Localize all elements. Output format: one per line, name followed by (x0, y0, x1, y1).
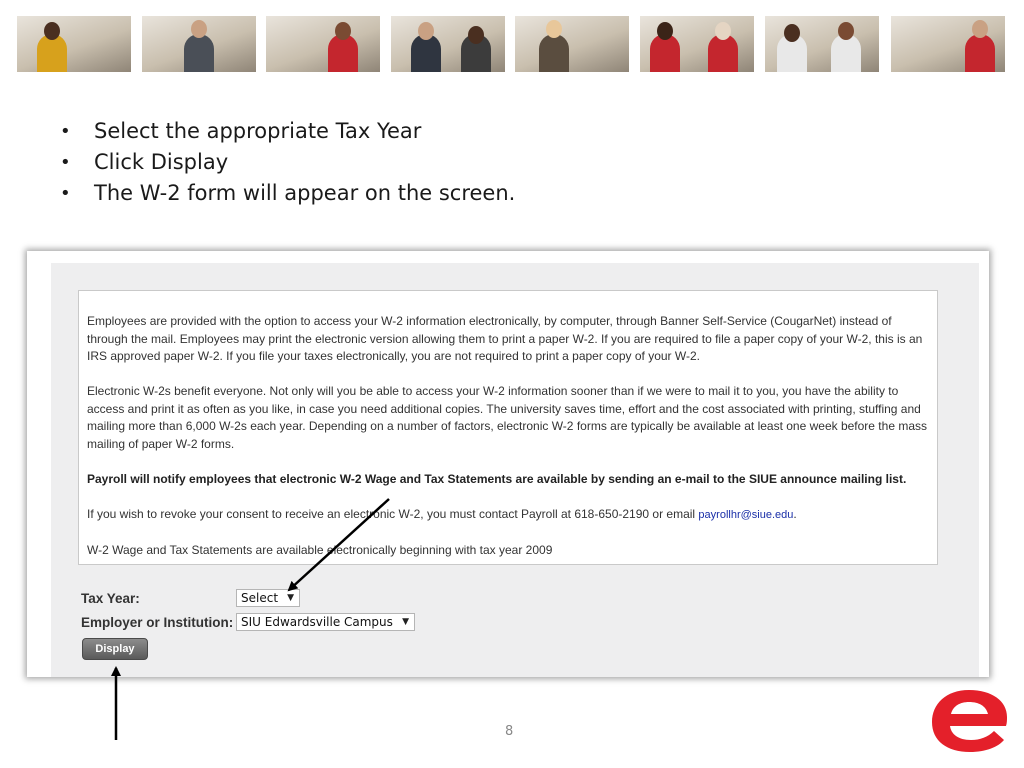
employer-value: SIU Edwardsville Campus (241, 615, 393, 629)
photo-student-lab (17, 16, 131, 72)
instruction-item: • The W-2 form will appear on the screen… (60, 178, 515, 209)
photo-strip (17, 16, 1009, 72)
w2-consent-page: Employees are provided with the option t… (51, 263, 979, 677)
photo-business-men (391, 16, 505, 72)
employer-label: Employer or Institution: (81, 615, 234, 630)
bullet-icon: • (60, 152, 71, 173)
photo-lab-researchers (765, 16, 879, 72)
info-paragraph: If you wish to revoke your consent to re… (87, 506, 932, 525)
photo-student-newspaper (142, 16, 256, 72)
instruction-item: • Select the appropriate Tax Year (60, 116, 515, 147)
tax-year-value: Select (241, 591, 279, 605)
photo-meeting (515, 16, 629, 72)
info-paragraph: Electronic W-2s benefit everyone. Not on… (87, 384, 927, 451)
chevron-down-icon: ▼ (402, 617, 409, 627)
info-paragraph: Employees are provided with the option t… (87, 314, 923, 363)
siue-e-logo (932, 690, 1007, 752)
tax-year-label: Tax Year: (81, 591, 140, 606)
bullet-icon: • (60, 183, 71, 204)
payroll-email-link[interactable]: payrollhr@siue.edu (698, 509, 793, 521)
info-notice: Payroll will notify employees that elect… (87, 471, 907, 486)
revoke-text-end: . (793, 506, 797, 521)
instruction-item: • Click Display (60, 147, 515, 178)
instruction-text: The W-2 form will appear on the screen. (94, 181, 516, 205)
photo-medical-training (891, 16, 1005, 72)
employer-select[interactable]: SIU Edwardsville Campus ▼ (236, 613, 415, 631)
revoke-text: If you wish to revoke your consent to re… (87, 506, 699, 521)
bullet-icon: • (60, 121, 71, 142)
display-button[interactable]: Display (82, 638, 148, 660)
photo-dental-class (266, 16, 380, 72)
page-number: 8 (505, 724, 514, 739)
instruction-list: • Select the appropriate Tax Year • Clic… (60, 116, 515, 209)
instruction-text: Select the appropriate Tax Year (94, 119, 422, 143)
instruction-text: Click Display (94, 150, 229, 174)
screenshot-panel: Employees are provided with the option t… (27, 251, 989, 677)
tax-year-select[interactable]: Select ▼ (236, 589, 300, 607)
info-paragraph: W-2 Wage and Tax Statements are availabl… (87, 542, 553, 557)
w2-info-box: Employees are provided with the option t… (78, 290, 938, 565)
chevron-down-icon: ▼ (287, 593, 294, 603)
photo-nursing-students (640, 16, 754, 72)
